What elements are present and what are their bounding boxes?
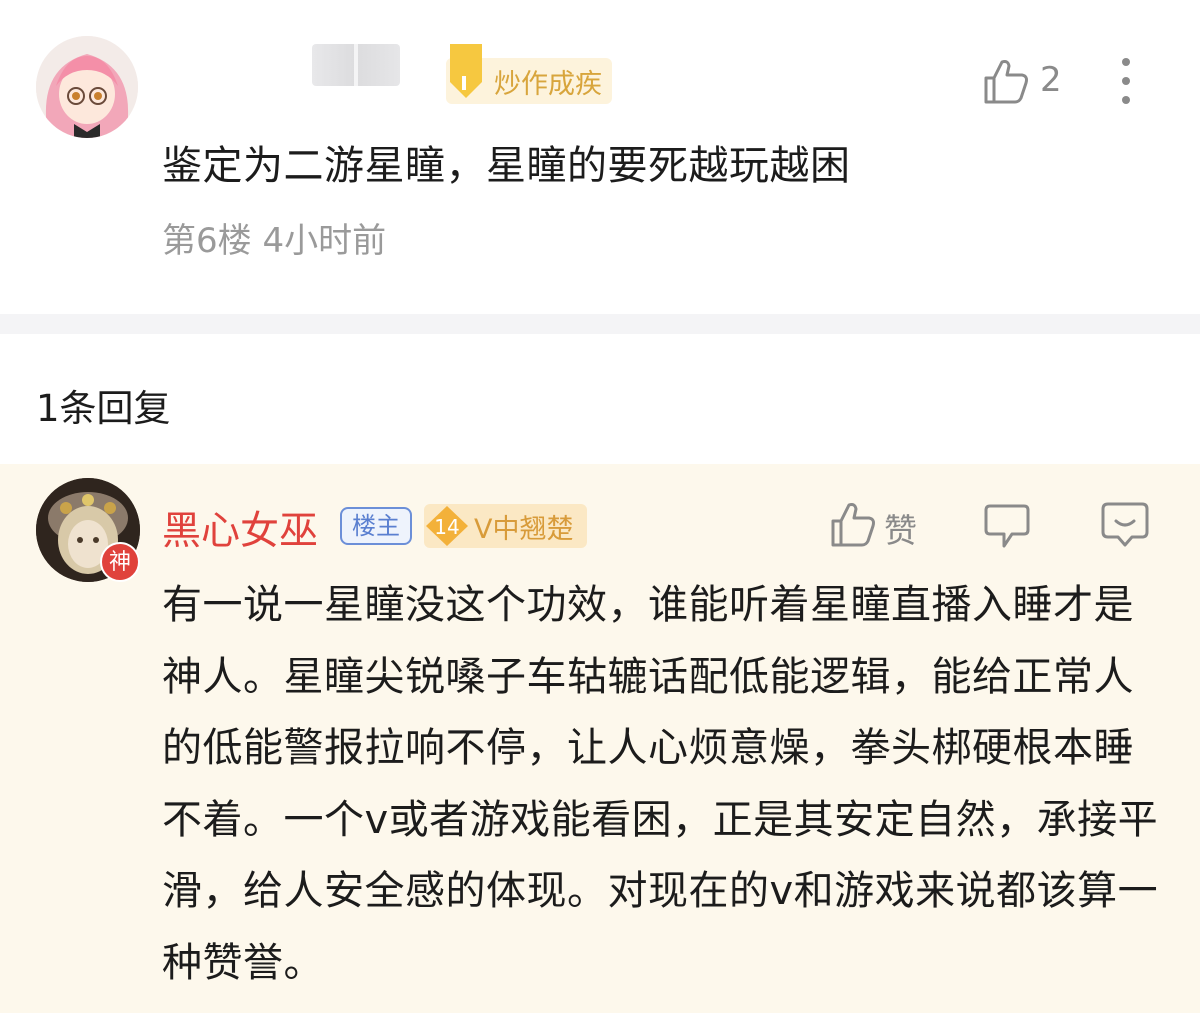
anime-girl-avatar-image: [36, 36, 138, 138]
level-badge: 14 V中翘楚: [424, 504, 588, 548]
user-badge: 炒作成疾: [446, 44, 612, 104]
emoji-icon[interactable]: [1100, 500, 1150, 548]
like-label[interactable]: 赞: [884, 504, 917, 552]
avatar-badge: 神: [100, 542, 140, 582]
comment-meta: 第6楼 4小时前: [162, 221, 387, 261]
like-count: 2: [1040, 60, 1062, 100]
avatar[interactable]: [36, 36, 138, 138]
badge-label: 炒作成疾: [494, 68, 602, 100]
username-redacted: [312, 44, 400, 86]
section-divider: [0, 314, 1200, 334]
op-badge: 楼主: [340, 507, 412, 545]
reply-username[interactable]: 黑心女巫: [162, 500, 318, 556]
level-badge-icon: [450, 44, 482, 98]
like-icon[interactable]: [830, 500, 876, 548]
more-icon[interactable]: [1112, 54, 1140, 108]
level-number: 14: [434, 515, 459, 539]
replies-header: 1条回复: [36, 387, 171, 430]
level-diamond-icon: 14: [426, 506, 468, 546]
comment-text: 鉴定为二游星瞳，星瞳的要死越玩越困: [162, 143, 851, 189]
reply-icon[interactable]: [984, 500, 1030, 550]
level-label: V中翘楚: [474, 513, 574, 545]
reply-text: 有一说一星瞳没这个功效，谁能听着星瞳直播入睡才是神人。星瞳尖锐嗓子车轱辘话配低能…: [162, 582, 1159, 986]
like-icon[interactable]: [982, 56, 1030, 106]
